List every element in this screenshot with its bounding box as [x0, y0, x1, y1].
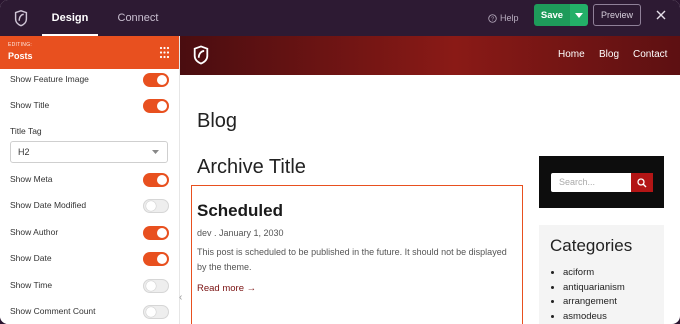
save-options-button[interactable] — [570, 4, 588, 26]
site-header: Home Blog Contact — [180, 36, 680, 75]
show-feature-image-toggle[interactable] — [143, 73, 169, 87]
setting-label: Show Time — [10, 280, 53, 290]
setting-show-comment-count: Show Comment Count — [0, 302, 180, 322]
archive-title: Archive Title — [197, 156, 306, 178]
svg-text:?: ? — [491, 16, 494, 22]
search-input[interactable]: Search... — [551, 173, 631, 192]
categories-widget: Categories aciform antiquarianism arrang… — [539, 225, 664, 324]
nav-contact-link[interactable]: Contact — [633, 49, 667, 60]
post-meta: dev . January 1, 2030 — [197, 228, 284, 238]
show-title-toggle[interactable] — [143, 99, 169, 113]
show-date-modified-toggle[interactable] — [143, 199, 169, 213]
chevron-down-icon — [152, 150, 159, 154]
save-button[interactable]: Save — [534, 4, 570, 26]
post-title[interactable]: Scheduled — [197, 201, 283, 221]
toggle-knob — [157, 75, 167, 85]
setting-show-meta: Show Meta — [0, 170, 180, 190]
collapse-sidebar-icon[interactable]: ‹ — [179, 292, 182, 303]
preview-label: Preview — [600, 10, 633, 20]
site-logo-icon[interactable] — [192, 45, 210, 65]
caret-down-icon — [575, 12, 583, 18]
nav-home-link[interactable]: Home — [558, 49, 585, 60]
category-link[interactable]: antiquarianism — [563, 281, 625, 296]
show-date-toggle[interactable] — [143, 252, 169, 266]
read-more-link[interactable]: Read more → — [197, 283, 256, 294]
show-time-toggle[interactable] — [143, 279, 169, 293]
setting-label: Show Title — [10, 100, 50, 110]
show-comment-count-toggle[interactable] — [143, 305, 169, 319]
category-link[interactable]: asmodeus — [563, 310, 625, 324]
save-label: Save — [540, 9, 564, 21]
setting-title-tag: Title Tag — [0, 122, 180, 142]
builder-logo[interactable] — [0, 0, 42, 36]
editing-section-title: Posts — [8, 51, 33, 61]
search-placeholder: Search... — [559, 177, 596, 187]
categories-title: Categories — [550, 236, 633, 255]
post-card[interactable]: Scheduled dev . January 1, 2030 This pos… — [191, 185, 523, 324]
nav-blog-link[interactable]: Blog — [599, 49, 619, 60]
category-link[interactable]: arrangement — [563, 295, 625, 310]
setting-show-date-modified: Show Date Modified — [0, 196, 180, 216]
search-widget: Search... — [539, 156, 664, 208]
drag-grid-icon[interactable] — [159, 46, 170, 59]
settings-sidebar: EDITING: Posts Show Feature Image Show T… — [0, 36, 180, 324]
setting-label: Show Author — [10, 227, 59, 237]
toggle-knob — [157, 175, 167, 185]
tab-design-label: Design — [51, 12, 89, 24]
title-tag-value: H2 — [18, 147, 30, 157]
setting-show-time: Show Time — [0, 276, 180, 296]
tab-connect[interactable]: Connect — [106, 0, 170, 36]
help-label: Help — [500, 13, 519, 23]
editing-header: EDITING: Posts — [0, 36, 179, 69]
setting-show-date: Show Date — [0, 249, 180, 269]
toggle-knob — [157, 254, 167, 264]
category-link[interactable]: aciform — [563, 266, 625, 281]
setting-label: Show Comment Count — [10, 306, 96, 316]
builder-topbar: Design Connect ? Help Save Preview — [0, 0, 680, 36]
setting-label: Show Date — [10, 253, 52, 263]
leaf-logo-icon — [14, 10, 28, 27]
title-tag-select[interactable]: H2 — [10, 141, 168, 163]
toggle-knob — [157, 228, 167, 238]
tab-connect-label: Connect — [117, 12, 159, 24]
setting-label: Show Meta — [10, 174, 53, 184]
show-author-toggle[interactable] — [143, 226, 169, 240]
title-tag-label: Title Tag — [10, 126, 42, 136]
tab-design[interactable]: Design — [42, 0, 98, 36]
setting-show-author: Show Author — [0, 223, 180, 243]
search-button[interactable] — [631, 173, 653, 192]
search-icon — [637, 177, 647, 187]
setting-label: Show Date Modified — [10, 200, 87, 210]
toggle-knob — [157, 101, 167, 111]
page-title: Blog — [197, 110, 238, 132]
setting-label: Show Feature Image — [10, 74, 89, 84]
toggle-knob — [146, 201, 156, 211]
setting-show-feature-image: Show Feature Image — [0, 70, 180, 90]
setting-show-title: Show Title — [0, 96, 180, 116]
builder-window: Design Connect ? Help Save Preview EDITI… — [0, 0, 680, 324]
close-icon — [656, 10, 666, 20]
close-button[interactable] — [652, 4, 670, 26]
help-link[interactable]: ? Help — [488, 0, 519, 36]
preview-button[interactable]: Preview — [593, 4, 641, 26]
show-meta-toggle[interactable] — [143, 173, 169, 187]
post-excerpt: This post is scheduled to be published i… — [197, 247, 507, 272]
editing-label: EDITING: — [8, 42, 33, 48]
toggle-knob — [146, 281, 156, 291]
help-icon: ? — [488, 13, 497, 23]
toggle-knob — [146, 307, 156, 317]
categories-list: aciform antiquarianism arrangement asmod… — [563, 266, 625, 324]
